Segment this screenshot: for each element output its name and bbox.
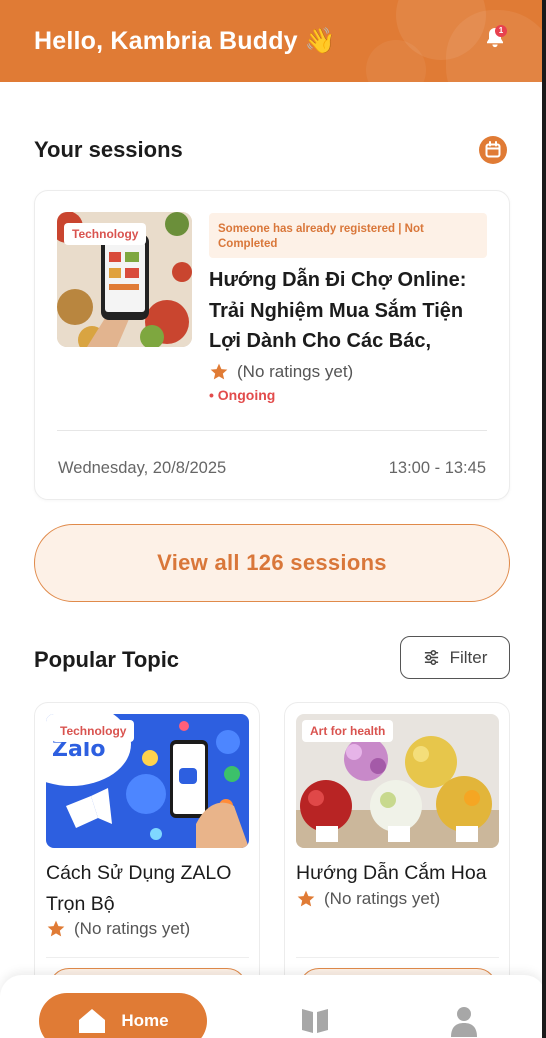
card-divider	[57, 430, 487, 431]
wave-emoji-icon: 👋	[304, 27, 337, 55]
topic-card[interactable]: Art for health Hướng Dẫn Cắm Hoa (No rat…	[284, 702, 510, 1008]
book-icon[interactable]	[300, 1006, 330, 1034]
rating-text: (No ratings yet)	[74, 919, 191, 938]
topic-name: Cách Sử Dụng ZALO Trọn Bộ	[46, 862, 232, 915]
rating-text: (No ratings yet)	[324, 889, 441, 908]
category-tag: Art for health	[302, 720, 394, 742]
session-image: Technology	[57, 212, 192, 347]
popular-topic-title: Popular Topic	[34, 647, 180, 672]
home-icon	[79, 1009, 106, 1033]
nav-home-label: Home	[121, 1011, 169, 1030]
nav-home-button[interactable]: Home	[39, 993, 207, 1038]
calendar-icon[interactable]	[479, 136, 507, 164]
topic-rating: (No ratings yet)	[296, 889, 440, 909]
star-icon	[210, 363, 228, 380]
filter-label: Filter	[449, 647, 488, 667]
registration-status-banner: Someone has already registered | Not Com…	[209, 213, 487, 258]
greeting-label: Hello, Kambria Buddy	[34, 27, 298, 55]
category-tag: Technology	[64, 223, 147, 245]
app-header: Hello, Kambria Buddy 👋 1	[0, 0, 546, 82]
rating-text: (No ratings yet)	[237, 362, 354, 381]
session-state: • Ongoing	[209, 387, 276, 403]
screen-edge	[542, 0, 546, 1038]
topic-rating: (No ratings yet)	[46, 919, 190, 939]
topic-image: Art for health	[296, 714, 499, 848]
card-divider	[46, 957, 249, 958]
sliders-icon	[424, 649, 438, 666]
sessions-title: Your sessions	[34, 137, 183, 162]
session-date: Wednesday, 20/8/2025	[58, 459, 227, 477]
session-rating: (No ratings yet)	[209, 362, 353, 382]
profile-icon[interactable]	[450, 1005, 478, 1037]
topic-name: Hướng Dẫn Cắm Hoa	[296, 862, 487, 884]
star-icon	[47, 920, 65, 937]
topic-image: Zalo Technology	[46, 714, 249, 848]
category-tag: Technology	[52, 720, 135, 742]
star-icon	[297, 890, 315, 907]
session-card[interactable]: Technology Someone has already registere…	[34, 190, 510, 500]
topic-card[interactable]: Zalo Technology Cách Sử Dụng ZALO Trọn B…	[34, 702, 260, 1008]
view-all-sessions-button[interactable]: View all 126 sessions	[34, 524, 510, 602]
notification-badge: 1	[495, 25, 507, 37]
bottom-navigation: Home	[0, 975, 546, 1038]
card-divider	[296, 957, 499, 958]
filter-button[interactable]: Filter	[400, 636, 510, 679]
session-title: Hướng Dẫn Đi Chợ Online: Trải Nghiệm Mua…	[209, 269, 467, 352]
session-time: 13:00 - 13:45	[388, 459, 486, 477]
greeting-text: Hello, Kambria Buddy 👋	[34, 27, 336, 56]
